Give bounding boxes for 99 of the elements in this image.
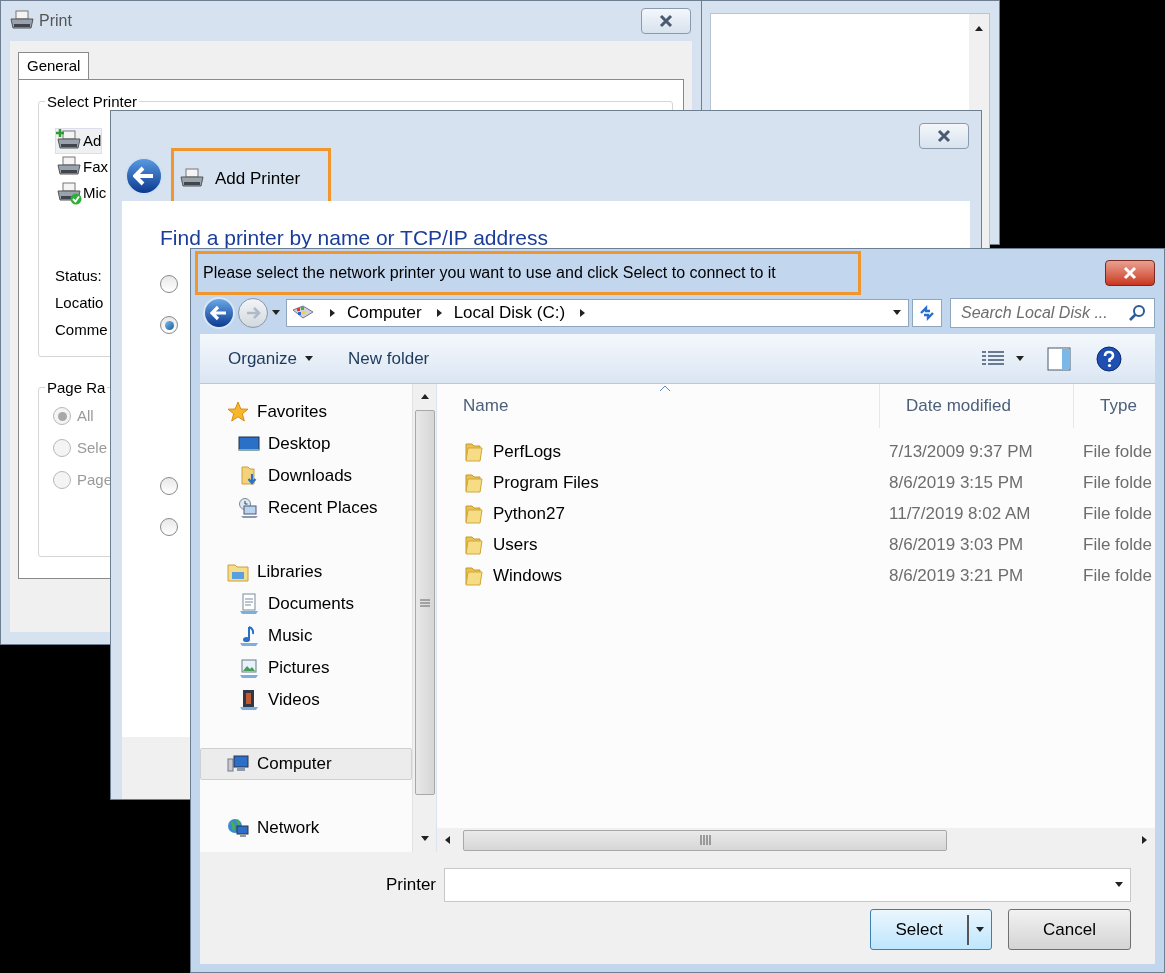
close-icon [658,14,674,28]
cancel-button[interactable]: Cancel [1008,909,1131,950]
back-button[interactable] [125,157,163,195]
nav-item[interactable]: Downloads [200,460,412,492]
type-cell-text: File folde [1082,502,1152,525]
nav-item[interactable]: Desktop [200,428,412,460]
type-cell-text: File folde [1082,564,1152,587]
film-icon [238,689,260,711]
close-icon [1122,266,1138,280]
radio-button[interactable] [160,275,178,293]
pictures-icon [238,657,260,679]
file-name[interactable]: Windows [493,562,562,589]
window-title: Print [39,11,72,31]
help-icon [1096,345,1122,372]
date-cell-text: 11/7/2019 8:02 AM [888,502,1032,525]
libraries-icon [227,561,249,583]
wizard-heading: Find a printer by name or TCP/IP address [160,225,549,251]
folder-icon [463,564,485,587]
chevron-icon [327,308,337,318]
field-label: Printer [385,874,436,897]
folder-icon [463,440,485,463]
refresh-icon [918,304,936,322]
wizard-title: Add Printer [215,168,301,191]
file-name[interactable]: Python27 [493,500,565,527]
radio-label: Page [77,469,113,490]
nav-item[interactable]: Libraries [200,556,412,588]
scroll-up-icon [419,392,430,402]
printer-combo-box[interactable] [444,868,1131,902]
radio-label: All [77,405,94,426]
printer-item[interactable]: Fax [55,154,109,180]
column-header[interactable]: Date modified [879,384,1073,428]
file-name[interactable]: Program Files [493,469,599,496]
address-bar[interactable]: Computer Local Disk (C:) [286,299,909,327]
radio-button[interactable] [160,518,178,536]
close-icon [936,129,952,143]
folder-icon [463,533,485,556]
close-button[interactable] [1105,260,1155,286]
folder-icon [463,471,485,494]
detail-label: Comme [55,320,108,340]
scroll-right-icon [1139,835,1149,845]
breadcrumb-item[interactable]: Computer [347,300,422,326]
date-cell-text: 7/13/2009 9:37 PM [888,440,1034,463]
type-cell-text: File folde [1082,440,1152,463]
tab[interactable]: General [18,52,90,79]
grip-icon [699,834,711,846]
printer-item[interactable]: Ad [55,128,103,154]
back-arrow-icon [133,166,155,186]
nav-item[interactable]: Videos [200,684,412,716]
select-split-button[interactable]: Select [870,909,992,950]
file-name[interactable]: Users [493,531,538,558]
date-cell-text: 8/6/2019 3:21 PM [888,564,1025,587]
back-arrow-icon [210,305,228,321]
nav-item[interactable]: Documents [200,588,412,620]
search-icon [1128,304,1146,322]
network-icon [227,817,249,839]
dialog-title: Please select the network printer you want to use and click Select to connect to it [203,263,776,283]
file-name[interactable]: PerfLogs [493,438,562,465]
column-header[interactable]: Name [437,384,879,428]
breadcrumb-item[interactable]: Local Disk (C:) [453,300,566,326]
nav-item[interactable]: Network [200,812,412,844]
search-field[interactable]: Search Local Disk ... [950,298,1155,328]
radio-label: Sele [77,437,108,458]
type-cell-text: File folde [1082,471,1152,494]
recent-places-icon [238,497,260,519]
nav-item[interactable]: Recent Places [200,492,412,524]
nav-item[interactable]: Music [200,620,412,652]
organize-menu[interactable]: Organize [218,342,324,375]
back-button[interactable] [203,297,235,329]
detail-label: Status: [55,266,102,286]
folder-icon [463,502,485,525]
radio-button[interactable] [160,477,178,495]
scroll-up-icon [974,24,984,34]
default-printer-icon [56,181,82,205]
document-icon [238,593,260,615]
type-cell-text: File folde [1082,533,1152,556]
nav-item[interactable]: Computer [200,748,412,780]
detail-label: Locatio [55,293,104,313]
date-cell-text: 8/6/2019 3:15 PM [888,471,1025,494]
grip-icon [418,597,431,608]
vertical-scrollbar[interactable] [412,384,436,852]
scroll-left-icon [443,835,453,845]
computer-icon [227,753,249,775]
preview-pane-icon [1047,346,1071,371]
scroll-thumb[interactable] [463,829,947,851]
close-button[interactable] [641,8,691,34]
printer-item[interactable]: Mic [55,180,108,206]
scroll-thumb[interactable] [414,410,435,795]
forward-arrow-icon [245,306,261,320]
horizontal-scrollbar[interactable] [437,828,1155,852]
refresh-button[interactable] [912,299,942,327]
date-cell-text: 8/6/2019 3:03 PM [888,533,1025,556]
nav-item[interactable]: Favorites [200,396,412,428]
nav-item[interactable]: Pictures [200,652,412,684]
music-note-icon [238,625,260,647]
toolbar-button[interactable]: New folder [338,342,440,375]
radio-button[interactable] [160,316,178,334]
close-button[interactable] [919,123,969,149]
star-icon [227,401,249,423]
column-header[interactable]: Type [1073,384,1155,428]
